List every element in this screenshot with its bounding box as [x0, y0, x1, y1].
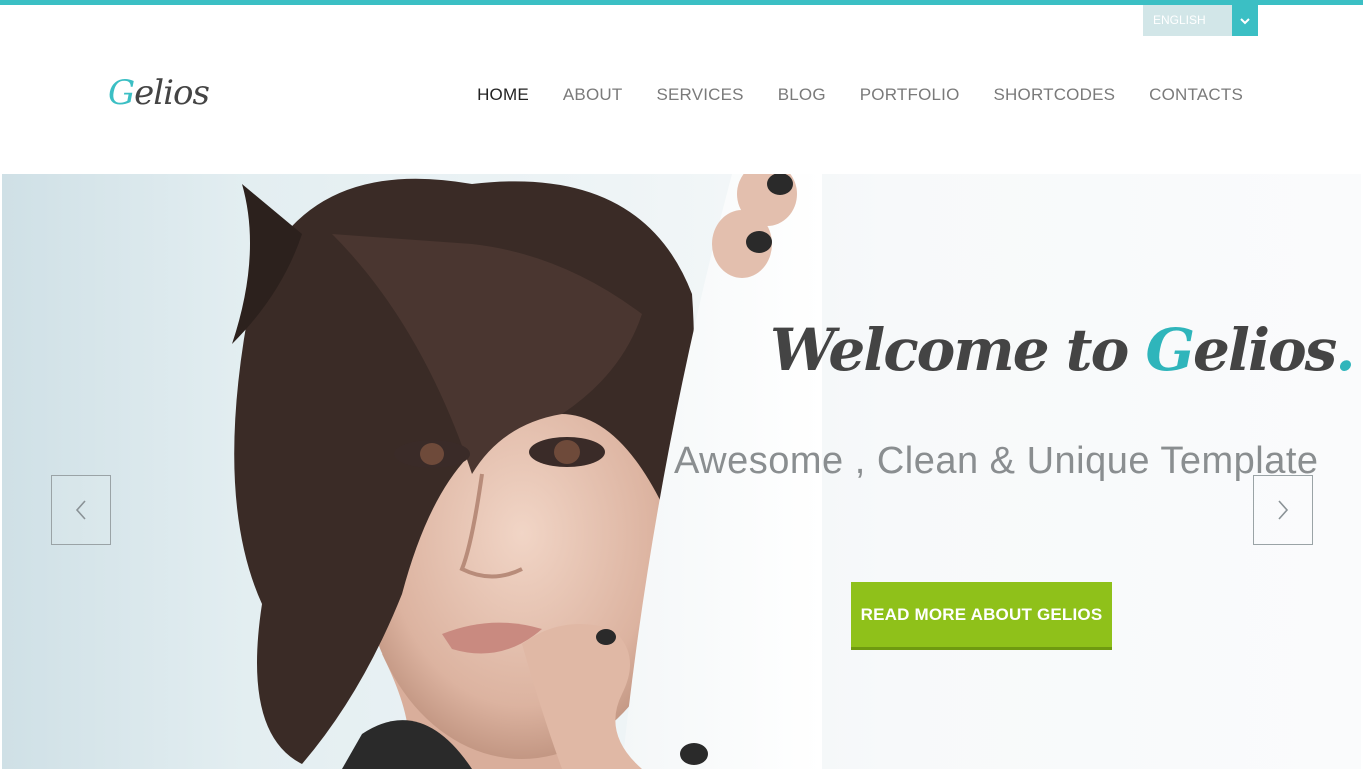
main-nav: HOME ABOUT SERVICES BLOG PORTFOLIO SHORT…: [477, 85, 1243, 105]
slider-next-button[interactable]: [1253, 475, 1313, 545]
chevron-down-icon: [1240, 17, 1250, 24]
logo-text: elios: [134, 73, 210, 113]
nav-item-home[interactable]: HOME: [477, 85, 529, 105]
welcome-brand-rest: elios: [1193, 316, 1337, 384]
welcome-brand-initial: G: [1145, 316, 1195, 384]
hero-subtitle: Awesome , Clean & Unique Template: [674, 440, 1319, 482]
language-select[interactable]: ENGLISH: [1143, 5, 1258, 36]
logo-initial: G: [108, 73, 135, 113]
language-dropdown-button[interactable]: [1232, 5, 1258, 36]
hero-welcome-title: Welcome to Gelios.: [770, 316, 1356, 384]
read-more-button[interactable]: READ MORE ABOUT GELIOS: [851, 582, 1112, 650]
chevron-left-icon: [75, 500, 86, 520]
chevron-right-icon: [1278, 500, 1289, 520]
welcome-dot: .: [1335, 316, 1355, 384]
nav-item-blog[interactable]: BLOG: [778, 85, 826, 105]
hero-slider: Welcome to Gelios. Awesome , Clean & Uni…: [2, 174, 1361, 769]
language-selected: ENGLISH: [1143, 5, 1232, 36]
welcome-prefix: Welcome to: [770, 316, 1146, 384]
nav-item-shortcodes[interactable]: SHORTCODES: [994, 85, 1116, 105]
nav-item-about[interactable]: ABOUT: [563, 85, 623, 105]
slider-prev-button[interactable]: [51, 475, 111, 545]
nav-item-portfolio[interactable]: PORTFOLIO: [860, 85, 960, 105]
nav-item-contacts[interactable]: CONTACTS: [1149, 85, 1243, 105]
nav-item-services[interactable]: SERVICES: [656, 85, 743, 105]
site-logo[interactable]: Gelios: [108, 73, 210, 113]
